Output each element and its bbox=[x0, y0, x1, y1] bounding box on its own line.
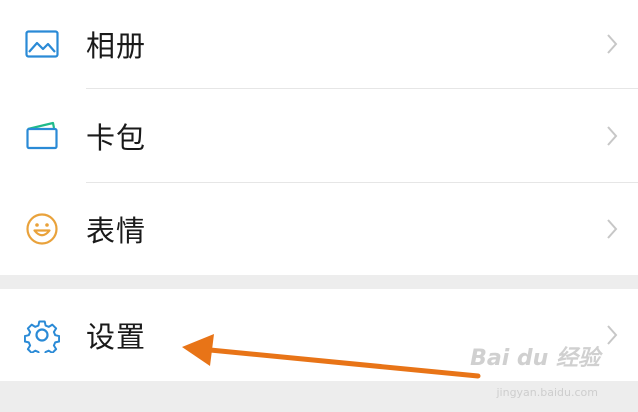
gear-icon bbox=[24, 317, 60, 353]
watermark-logo: Bai du 经验 bbox=[470, 346, 600, 371]
chevron-right-icon bbox=[607, 125, 618, 146]
watermark-url: jingyan.baidu.com bbox=[496, 386, 598, 399]
menu-item-label: 卡包 bbox=[86, 120, 147, 155]
chevron-right-icon bbox=[607, 325, 618, 345]
photo-album-icon bbox=[24, 26, 60, 62]
menu-item-label: 相册 bbox=[86, 29, 147, 63]
chevron-right-icon bbox=[607, 219, 618, 239]
card-wallet-icon bbox=[24, 118, 60, 154]
smiley-face-icon bbox=[24, 211, 60, 247]
menu-item-stickers[interactable]: 表情 bbox=[0, 183, 638, 275]
menu-item-label: 表情 bbox=[86, 214, 147, 248]
menu-item-album[interactable]: 相册 bbox=[0, 0, 638, 88]
menu-group-primary: 相册 卡包 表情 bbox=[0, 0, 638, 275]
chevron-right-icon bbox=[607, 34, 618, 54]
menu-item-label: 设置 bbox=[86, 320, 147, 354]
menu-item-cards[interactable]: 卡包 bbox=[0, 89, 638, 182]
